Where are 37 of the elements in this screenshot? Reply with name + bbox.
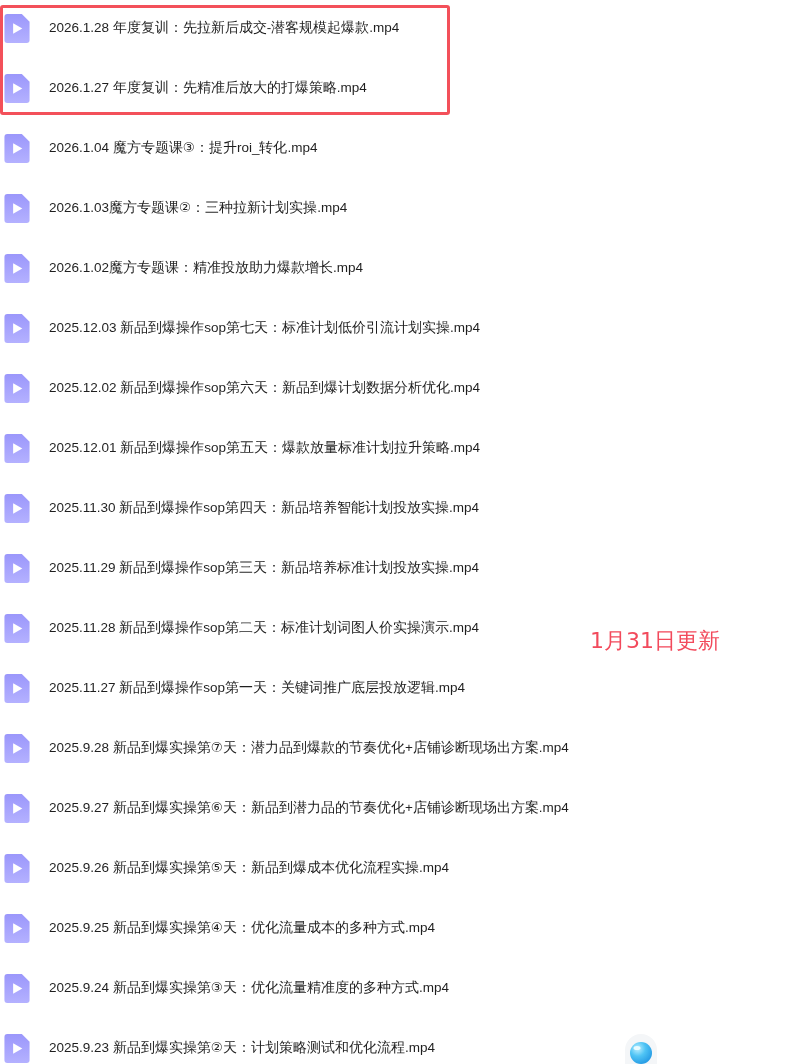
video-file-icon (4, 373, 30, 403)
file-name[interactable]: 2026.1.28 年度复训：先拉新后成交-潜客规模起爆款.mp4 (49, 19, 400, 37)
file-name[interactable]: 2025.9.23 新品到爆实操第②天：计划策略测试和优化流程.mp4 (49, 1039, 435, 1057)
video-file-icon (4, 973, 30, 1003)
video-file-icon (4, 433, 30, 463)
file-name[interactable]: 2025.11.27 新品到爆操作sop第一天：关键词推广底层投放逻辑.mp4 (49, 679, 466, 697)
video-file-icon (4, 493, 30, 523)
video-file-icon (4, 253, 30, 283)
file-name[interactable]: 2025.9.25 新品到爆实操第④天：优化流量成本的多种方式.mp4 (49, 919, 435, 937)
file-name[interactable]: 2026.1.27 年度复训：先精准后放大的打爆策略.mp4 (49, 79, 367, 97)
video-file-icon (4, 313, 30, 343)
file-name[interactable]: 2025.12.01 新品到爆操作sop第五天：爆款放量标准计划拉升策略.mp4 (49, 439, 481, 457)
video-file-icon (4, 853, 30, 883)
video-file-icon (4, 733, 30, 763)
file-name[interactable]: 2025.9.26 新品到爆实操第⑤天：新品到爆成本优化流程实操.mp4 (49, 859, 449, 877)
file-name[interactable]: 2025.9.28 新品到爆实操第⑦天：潜力品到爆款的节奏优化+店铺诊断现场出方案.mp4 (49, 739, 569, 757)
video-file-icon (4, 73, 30, 103)
file-name[interactable]: 2025.9.24 新品到爆实操第③天：优化流量精准度的多种方式.mp4 (49, 979, 449, 997)
video-file-icon (4, 133, 30, 163)
video-file-icon (4, 193, 30, 223)
file-name[interactable]: 2025.11.29 新品到爆操作sop第三天：新品培养标准计划投放实操.mp4 (49, 559, 480, 577)
video-file-icon (4, 13, 30, 43)
video-file-icon (4, 553, 30, 583)
video-file-icon (4, 613, 30, 643)
update-note: 1月31日更新 (590, 627, 720, 655)
file-name[interactable]: 2025.12.02 新品到爆操作sop第六天：新品到爆计划数据分析优化.mp4 (49, 379, 481, 397)
video-file-icon (4, 1033, 30, 1063)
video-file-icon (4, 913, 30, 943)
file-name[interactable]: 2026.1.02魔方专题课：精准投放助力爆款增长.mp4 (49, 259, 364, 277)
file-name[interactable]: 2026.1.03魔方专题课②：三种拉新计划实操.mp4 (49, 199, 348, 217)
video-file-icon (4, 793, 30, 823)
file-name[interactable]: 2025.11.28 新品到爆操作sop第二天：标准计划词图人价实操演示.mp4 (49, 619, 480, 637)
file-name[interactable]: 2025.11.30 新品到爆操作sop第四天：新品培养智能计划投放实操.mp4 (49, 499, 480, 517)
file-name[interactable]: 2026.1.04 魔方专题课③：提升roi_转化.mp4 (49, 139, 318, 157)
file-name[interactable]: 2025.9.27 新品到爆实操第⑥天：新品到潜力品的节奏优化+店铺诊断现场出方案.mp4 (49, 799, 569, 817)
video-file-icon (4, 673, 30, 703)
file-name[interactable]: 2025.12.03 新品到爆操作sop第七天：标准计划低价引流计划实操.mp4 (49, 319, 481, 337)
